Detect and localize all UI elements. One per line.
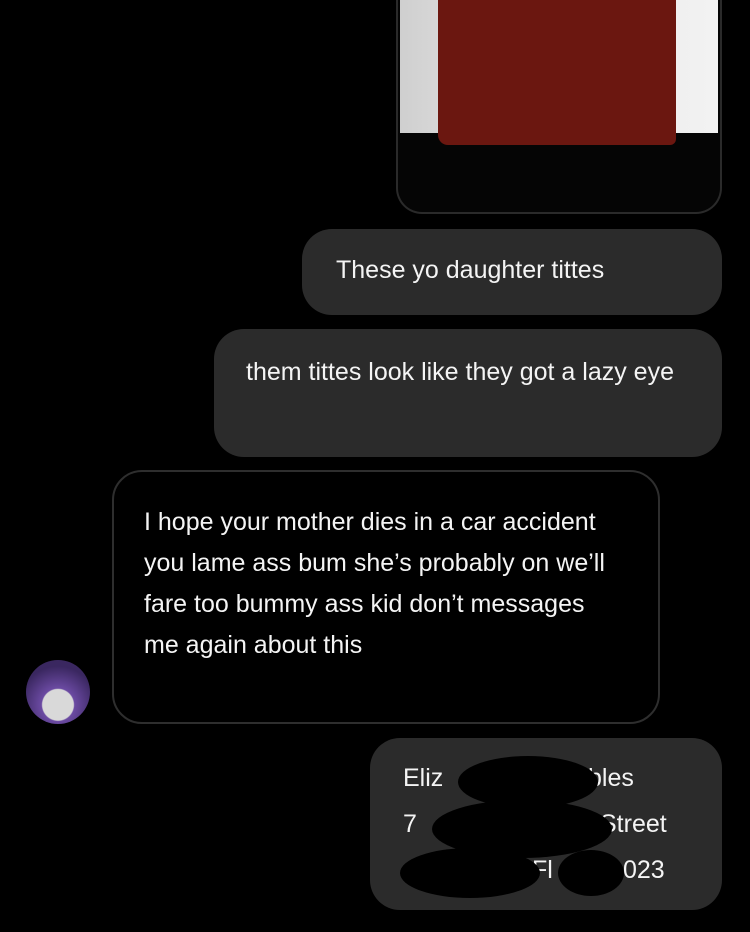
message-text: I hope your mother dies in a car acciden… [144,508,605,659]
address-line-1-start: Eliz [403,764,444,792]
message-text: them tittes look like they got a lazy ey… [246,358,674,386]
message-text: These yo daughter tittes [336,256,605,284]
address-line-2-start: 7 [403,810,417,838]
received-message[interactable]: I hope your mother dies in a car acciden… [112,470,660,724]
redaction-blob-3 [400,848,540,898]
contact-avatar[interactable] [26,660,90,724]
address-line-3-end: 023 [623,856,665,884]
shared-photo-message[interactable] [396,0,722,214]
sent-message-2[interactable]: them tittes look like they got a lazy ey… [214,329,722,457]
redaction-blob-4 [558,850,624,896]
sent-message-1[interactable]: These yo daughter tittes [302,229,722,315]
address-message[interactable]: Eliz bles 7 Street Fl 023 [370,738,722,910]
photo-redaction [438,0,676,145]
